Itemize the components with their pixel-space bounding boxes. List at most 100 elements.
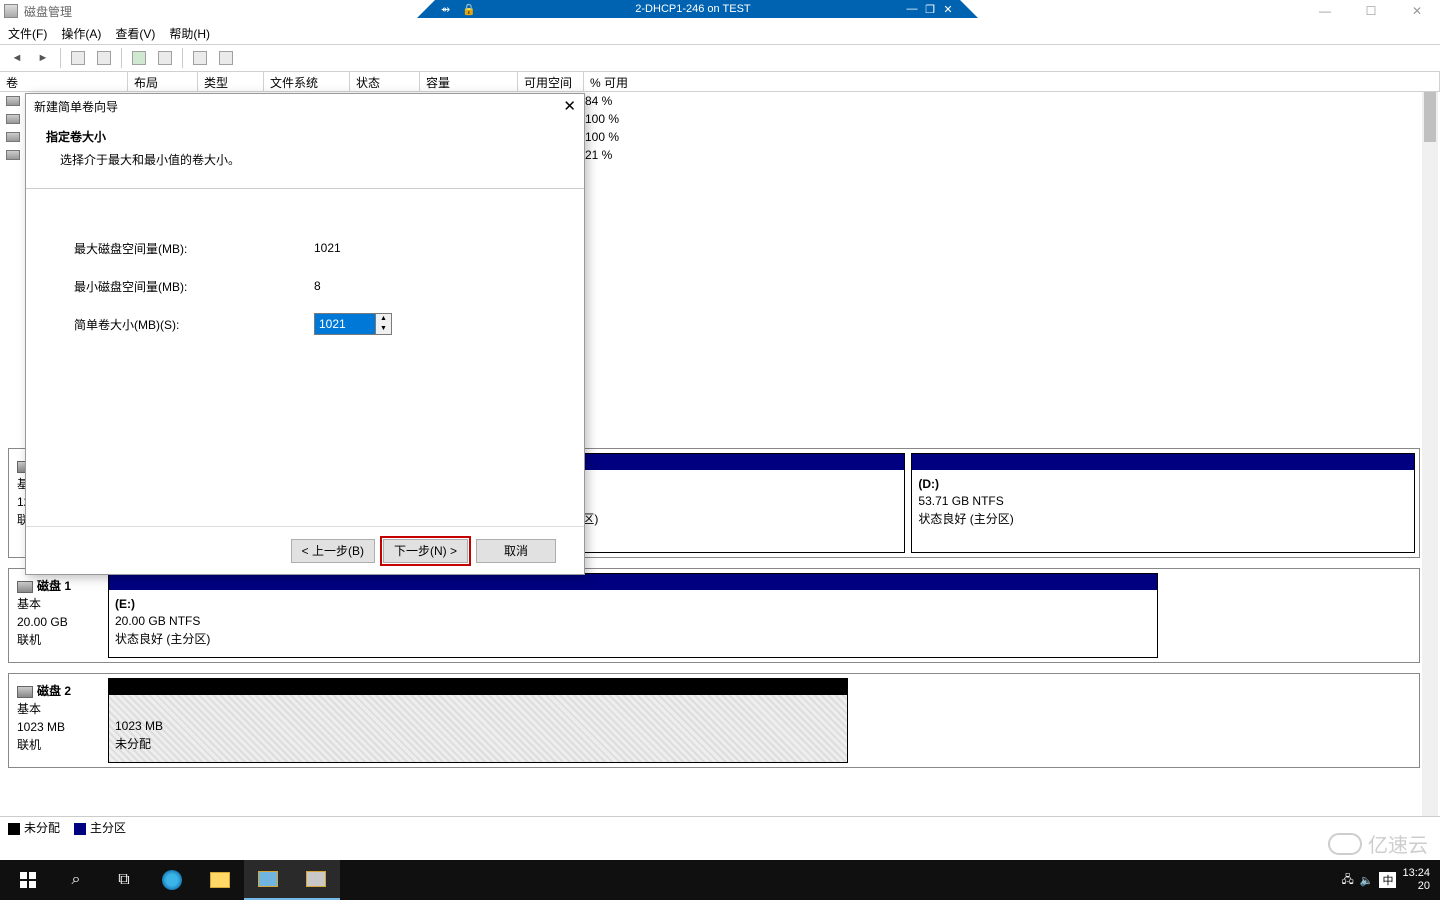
disk-panel-1: 磁盘 1 基本 20.00 GB 联机 (E:) 20.00 GB NTFS 状… <box>8 568 1420 663</box>
legend-unallocated: 未分配 <box>24 821 60 835</box>
legend-primary: 主分区 <box>90 821 126 835</box>
col-type[interactable]: 类型 <box>198 72 264 91</box>
volume-icon <box>6 150 20 160</box>
menu-action[interactable]: 操作(A) <box>61 25 101 42</box>
partition-e-size: 20.00 GB NTFS <box>115 613 1151 630</box>
col-freespace[interactable]: 可用空间 <box>518 72 584 91</box>
wizard-footer: < 上一步(B) 下一步(N) > 取消 <box>26 526 584 574</box>
col-filesystem[interactable]: 文件系统 <box>264 72 350 91</box>
pct-free-value: 100 % <box>585 130 619 144</box>
toolbar-icon-6[interactable] <box>215 48 237 68</box>
remote-close-button[interactable]: ✕ <box>940 3 956 16</box>
toolbar-forward-button[interactable]: ► <box>32 48 54 68</box>
tray-volume-icon[interactable]: 🔈 <box>1360 874 1374 887</box>
disk-1-status: 联机 <box>17 631 104 649</box>
legend: 未分配 主分区 <box>0 816 1440 838</box>
window-close-button[interactable]: ✕ <box>1394 0 1440 22</box>
taskbar-app-1[interactable] <box>244 860 292 900</box>
remote-restore-button[interactable]: ❐ <box>922 3 938 16</box>
remote-title: 2-DHCP1-246 on TEST <box>482 3 904 15</box>
task-view-button[interactable]: ⧉ <box>100 860 148 900</box>
cancel-button[interactable]: 取消 <box>476 539 556 563</box>
volume-table-header: 卷 布局 类型 文件系统 状态 容量 可用空间 % 可用 <box>0 72 1440 92</box>
disk-1-label: 磁盘 1 基本 20.00 GB 联机 <box>13 573 108 658</box>
app-icon <box>306 871 326 887</box>
spinner-up-button[interactable]: ▲ <box>376 314 391 324</box>
ie-icon <box>162 870 182 890</box>
app-icon <box>4 4 18 18</box>
toolbar-icon-2[interactable] <box>93 48 115 68</box>
legend-swatch-unallocated <box>8 823 20 835</box>
app-icon <box>258 871 278 887</box>
col-volume[interactable]: 卷 <box>0 72 128 91</box>
partition-d-status: 状态良好 (主分区) <box>918 511 1408 528</box>
disk0-partition-d[interactable]: (D:) 53.71 GB NTFS 状态良好 (主分区) <box>911 453 1415 553</box>
unalloc-status: 未分配 <box>115 736 841 753</box>
disk-icon <box>17 581 33 593</box>
pct-free-value: 100 % <box>585 112 619 126</box>
next-button[interactable]: 下一步(N) > <box>383 539 468 563</box>
legend-swatch-primary <box>74 823 86 835</box>
volume-size-input[interactable] <box>314 313 376 335</box>
menu-bar: 文件(F) 操作(A) 查看(V) 帮助(H) <box>0 22 1440 44</box>
col-layout[interactable]: 布局 <box>128 72 198 91</box>
back-button[interactable]: < 上一步(B) <box>291 539 375 563</box>
volume-icon <box>6 132 20 142</box>
menu-help[interactable]: 帮助(H) <box>169 25 210 42</box>
clock-time: 13:24 <box>1402 867 1430 880</box>
partition-e-status: 状态良好 (主分区) <box>115 631 1151 648</box>
ie-button[interactable] <box>148 860 196 900</box>
taskbar-app-2[interactable] <box>292 860 340 900</box>
menu-view[interactable]: 查看(V) <box>115 25 155 42</box>
wizard-close-button[interactable]: ✕ <box>563 97 576 115</box>
toolbar-icon-3[interactable] <box>128 48 150 68</box>
toolbar-icon-1[interactable] <box>67 48 89 68</box>
new-simple-volume-wizard: 新建简单卷向导 ✕ 指定卷大小 选择介于最大和最小值的卷大小。 最大磁盘空间量(… <box>25 93 585 575</box>
ime-indicator[interactable]: 中 <box>1379 872 1396 888</box>
clock-date: 20 <box>1402 880 1430 893</box>
col-capacity[interactable]: 容量 <box>420 72 518 91</box>
pin-icon[interactable]: ⇴ <box>435 3 456 16</box>
tray-network-icon[interactable]: 🖧 <box>1342 871 1354 890</box>
disk-2-type: 基本 <box>17 700 104 718</box>
min-space-label: 最小磁盘空间量(MB): <box>74 278 314 295</box>
unalloc-size: 1023 MB <box>115 718 841 735</box>
start-button[interactable] <box>4 860 52 900</box>
taskbar: ⌕ ⧉ 🖧 🔈 中 13:24 20 <box>0 860 1440 900</box>
col-status[interactable]: 状态 <box>350 72 420 91</box>
disk-1-size: 20.00 GB <box>17 613 104 631</box>
menu-file[interactable]: 文件(F) <box>8 25 47 42</box>
wizard-heading: 指定卷大小 <box>46 128 564 145</box>
window-maximize-button[interactable]: ☐ <box>1348 0 1394 22</box>
max-space-label: 最大磁盘空间量(MB): <box>74 240 314 257</box>
vertical-scrollbar[interactable] <box>1422 92 1438 816</box>
disk-icon <box>17 686 33 698</box>
col-pct-free[interactable]: % 可用 <box>584 72 1440 91</box>
spinner-down-button[interactable]: ▼ <box>376 324 391 334</box>
wizard-body: 最大磁盘空间量(MB): 1021 最小磁盘空间量(MB): 8 简单卷大小(M… <box>26 189 584 383</box>
wizard-subheading: 选择介于最大和最小值的卷大小。 <box>46 151 564 168</box>
volume-icon <box>6 96 20 106</box>
toolbar-back-button[interactable]: ◄ <box>6 48 28 68</box>
partition-e-title: (E:) <box>115 596 1151 613</box>
volume-icon <box>6 114 20 124</box>
explorer-button[interactable] <box>196 860 244 900</box>
disk-panel-2: 磁盘 2 基本 1023 MB 联机 1023 MB 未分配 <box>8 673 1420 768</box>
remote-minimize-button[interactable]: — <box>904 3 920 16</box>
volume-size-spinner: ▲ ▼ <box>314 313 392 335</box>
app-title: 磁盘管理 <box>24 3 72 20</box>
search-button[interactable]: ⌕ <box>52 860 100 900</box>
window-controls: — ☐ ✕ <box>1302 0 1440 22</box>
toolbar-icon-4[interactable] <box>154 48 176 68</box>
remote-session-bar: ⇴ 🔒 2-DHCP1-246 on TEST — ❐ ✕ <box>435 0 960 18</box>
disk2-unallocated[interactable]: 1023 MB 未分配 <box>108 678 848 763</box>
system-tray: 🖧 🔈 中 13:24 20 <box>1342 867 1437 893</box>
pct-free-value: 84 % <box>585 94 612 108</box>
disk-2-name: 磁盘 2 <box>37 684 71 698</box>
taskbar-clock[interactable]: 13:24 20 <box>1402 867 1430 893</box>
toolbar-icon-5[interactable] <box>189 48 211 68</box>
partition-d-title: (D:) <box>918 476 1408 493</box>
window-minimize-button[interactable]: — <box>1302 0 1348 22</box>
disk1-partition-e[interactable]: (E:) 20.00 GB NTFS 状态良好 (主分区) <box>108 573 1158 658</box>
wizard-title: 新建简单卷向导 <box>34 98 118 115</box>
